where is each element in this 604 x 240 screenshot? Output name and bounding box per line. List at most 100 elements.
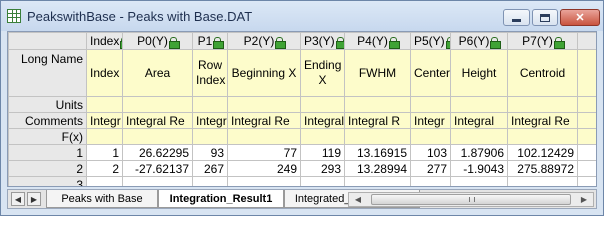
data-cell[interactable]: 77 (227, 144, 301, 161)
data-cell[interactable]: 102.12429 (507, 144, 578, 161)
data-cell[interactable]: 275.88972 (507, 160, 578, 177)
long-name-cell[interactable]: Centroid (507, 49, 578, 97)
data-cell[interactable]: -27.62137 (122, 160, 193, 177)
data-cell[interactable]: 293 (300, 160, 345, 177)
units-cell[interactable] (344, 96, 411, 113)
comments-cell[interactable]: Integral R (344, 112, 411, 129)
formula-cell[interactable] (86, 128, 123, 145)
column-header[interactable] (577, 32, 596, 50)
comments-cell[interactable]: Integr (86, 112, 123, 129)
data-cell[interactable]: 13.28994 (344, 160, 411, 177)
scroll-left-icon[interactable]: ◀ (351, 194, 365, 205)
column-header[interactable]: P4(Y) (344, 32, 411, 50)
data-cell[interactable] (192, 176, 228, 186)
corner-cell[interactable] (8, 32, 87, 50)
long-name-cell[interactable]: Ending X (300, 49, 345, 97)
column-header[interactable]: P3(Y) (300, 32, 345, 50)
data-cell[interactable] (577, 144, 596, 161)
row-number[interactable]: 3 (8, 176, 87, 186)
data-cell[interactable]: 13.16915 (344, 144, 411, 161)
formula-cell[interactable] (192, 128, 228, 145)
formula-cell[interactable] (577, 128, 596, 145)
title-bar[interactable]: PeakswithBase - Peaks with Base.DAT ✕ (1, 1, 603, 31)
data-cell[interactable] (300, 176, 345, 186)
formula-cell[interactable] (122, 128, 193, 145)
row-label[interactable]: Long Name (8, 49, 87, 97)
row-label[interactable]: Units (8, 96, 87, 113)
data-cell[interactable] (410, 176, 451, 186)
row-label[interactable]: Comments (8, 112, 87, 129)
units-cell[interactable] (86, 96, 123, 113)
units-cell[interactable] (192, 96, 228, 113)
units-cell[interactable] (507, 96, 578, 113)
comments-cell[interactable]: Integral (300, 112, 345, 129)
long-name-cell[interactable]: Center (410, 49, 451, 97)
data-cell[interactable]: 277 (410, 160, 451, 177)
long-name-cell[interactable]: FWHM (344, 49, 411, 97)
units-cell[interactable] (577, 96, 596, 113)
long-name-cell[interactable]: Area (122, 49, 193, 97)
comments-cell[interactable]: Integral Re (227, 112, 301, 129)
data-cell[interactable]: 249 (227, 160, 301, 177)
row-number[interactable]: 2 (8, 160, 87, 177)
formula-cell[interactable] (300, 128, 345, 145)
data-cell[interactable]: 26.62295 (122, 144, 193, 161)
units-cell[interactable] (227, 96, 301, 113)
comments-cell[interactable] (577, 112, 596, 129)
long-name-cell[interactable]: Index (86, 49, 123, 97)
comments-cell[interactable]: Integral (450, 112, 508, 129)
column-header[interactable]: P6(Y) (450, 32, 508, 50)
data-cell[interactable] (344, 176, 411, 186)
data-cell[interactable] (577, 176, 596, 186)
data-cell[interactable] (227, 176, 301, 186)
data-cell[interactable]: 1.87906 (450, 144, 508, 161)
close-button[interactable]: ✕ (560, 9, 600, 26)
worksheet-grid[interactable]: Index P0(Y) P1 P2(Y) P3(Y) P4(Y) P5(Y) P… (7, 31, 597, 187)
column-header[interactable]: Index (86, 32, 123, 50)
data-cell[interactable] (86, 176, 123, 186)
data-cell[interactable]: 119 (300, 144, 345, 161)
comments-cell[interactable]: Integr (192, 112, 228, 129)
row-label[interactable]: F(x) (8, 128, 87, 145)
formula-cell[interactable] (344, 128, 411, 145)
data-cell[interactable]: 93 (192, 144, 228, 161)
scrollbar-thumb[interactable] (371, 194, 571, 205)
tab-peaks-with-base[interactable]: Peaks with Base (46, 190, 158, 208)
long-name-cell[interactable]: Row Index (192, 49, 228, 97)
horizontal-scrollbar[interactable]: ◀ ▶ (348, 192, 594, 207)
row-number[interactable]: 1 (8, 144, 87, 161)
data-cell[interactable]: 103 (410, 144, 451, 161)
formula-cell[interactable] (507, 128, 578, 145)
long-name-cell[interactable]: Beginning X (227, 49, 301, 97)
tab-scroll-right-button[interactable]: ▶ (27, 192, 41, 206)
units-cell[interactable] (450, 96, 508, 113)
column-header[interactable]: P7(Y) (507, 32, 578, 50)
column-header[interactable]: P1 (192, 32, 228, 50)
data-cell[interactable]: 267 (192, 160, 228, 177)
data-cell[interactable] (122, 176, 193, 186)
formula-cell[interactable] (450, 128, 508, 145)
comments-cell[interactable]: Integral Re (122, 112, 193, 129)
long-name-cell[interactable] (577, 49, 596, 97)
data-cell[interactable]: 2 (86, 160, 123, 177)
units-cell[interactable] (122, 96, 193, 113)
formula-cell[interactable] (227, 128, 301, 145)
data-cell[interactable] (450, 176, 508, 186)
column-header[interactable]: P2(Y) (227, 32, 301, 50)
units-cell[interactable] (300, 96, 345, 113)
comments-cell[interactable]: Integr (410, 112, 451, 129)
scroll-right-icon[interactable]: ▶ (577, 194, 591, 205)
data-cell[interactable]: -1.9043 (450, 160, 508, 177)
maximize-button[interactable] (532, 9, 558, 26)
tab-scroll-left-button[interactable]: ◀ (11, 192, 25, 206)
formula-cell[interactable] (410, 128, 451, 145)
minimize-button[interactable] (503, 9, 530, 26)
units-cell[interactable] (410, 96, 451, 113)
tab-integration-result1[interactable]: Integration_Result1 (158, 190, 284, 208)
column-header[interactable]: P5(Y) (410, 32, 451, 50)
data-cell[interactable] (507, 176, 578, 186)
long-name-cell[interactable]: Height (450, 49, 508, 97)
column-header[interactable]: P0(Y) (122, 32, 193, 50)
comments-cell[interactable]: Integral Re (507, 112, 578, 129)
data-cell[interactable]: 1 (86, 144, 123, 161)
